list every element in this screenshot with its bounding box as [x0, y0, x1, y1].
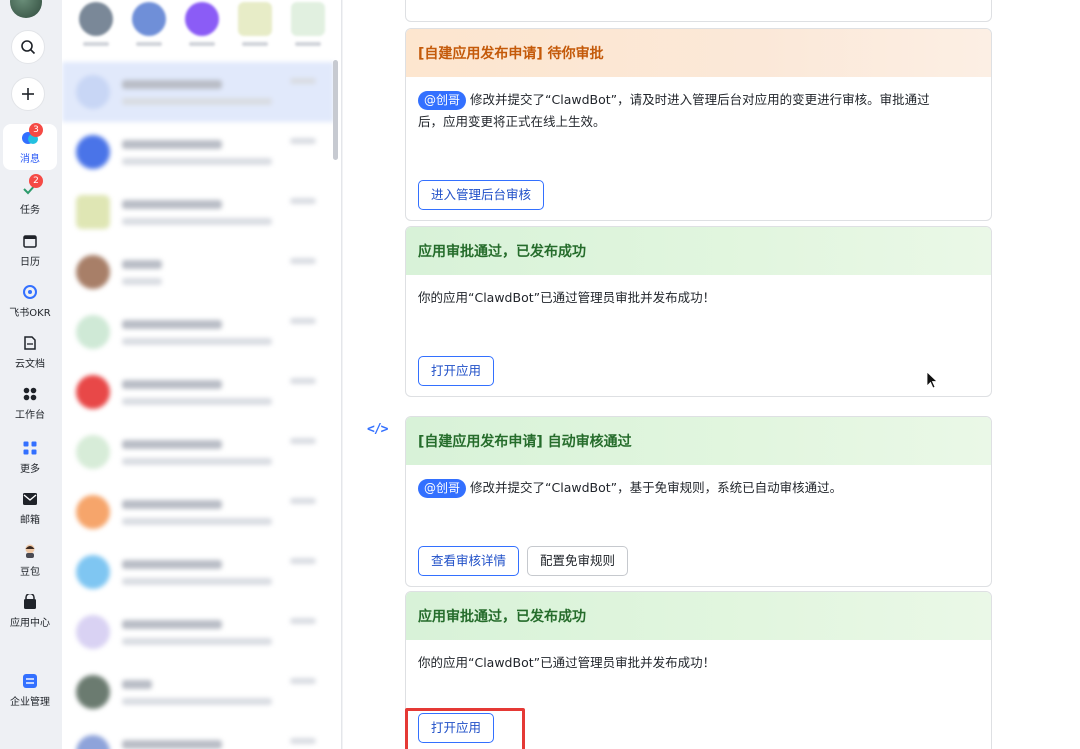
user-avatar[interactable]: [10, 0, 42, 18]
nav-workplace[interactable]: 工作台: [3, 380, 57, 426]
mail-icon: [23, 493, 37, 505]
card-body: @创哥 修改并提交了“ClawdBot”，基于免审规则，系统已自动审核通过。: [406, 465, 991, 499]
search-icon: [21, 40, 36, 55]
bot-avatar-icon: </>: [367, 422, 389, 437]
card-title: [自建应用发布申请] 待你审批: [406, 29, 991, 77]
approval-request-card: [自建应用发布申请] 待你审批 @创哥 修改并提交了“ClawdBot”，请及时进…: [405, 28, 992, 221]
nav-calendar[interactable]: 日历: [3, 227, 57, 273]
conversation-item[interactable]: [62, 722, 334, 749]
mouse-cursor-icon: [926, 371, 938, 389]
nav-label: 云文档: [15, 359, 45, 370]
workplace-icon: [23, 387, 37, 401]
nav-label: 任务: [20, 205, 40, 216]
app-sidebar: 3 消息 2 任务 日历 飞书OKR 云文档 工作台 更多 邮箱 豆包 应用中心…: [0, 0, 62, 749]
okr-icon: [23, 285, 37, 299]
conversation-item[interactable]: [62, 122, 334, 182]
nav-label: 工作台: [15, 410, 45, 421]
create-button[interactable]: [11, 77, 45, 111]
nav-tasks[interactable]: 2 任务: [3, 174, 57, 221]
open-app-button[interactable]: 打开应用: [418, 356, 495, 386]
pinned-contact[interactable]: [129, 0, 168, 58]
conversation-item[interactable]: [62, 482, 334, 542]
card-text: 你的应用“ClawdBot”已通过管理员审批并发布成功！: [418, 290, 716, 305]
pinned-contact[interactable]: [182, 0, 221, 58]
conversation-list[interactable]: [62, 0, 342, 749]
open-app-button[interactable]: 打开应用: [418, 713, 495, 743]
nav-label: 应用中心: [10, 618, 50, 629]
conversation-item[interactable]: [62, 422, 334, 482]
app-center-icon: [24, 594, 36, 609]
user-mention[interactable]: @创哥: [418, 479, 467, 498]
nav-doubao[interactable]: 豆包: [3, 537, 57, 583]
nav-admin[interactable]: 企业管理: [3, 667, 57, 713]
card-body: @创哥 修改并提交了“ClawdBot”，请及时进入管理后台对应用的变更进行审核。…: [406, 77, 991, 133]
nav-mail[interactable]: 邮箱: [3, 485, 57, 531]
tasks-badge: 2: [29, 174, 43, 188]
messages-badge: 3: [29, 123, 43, 137]
nav-label: 邮箱: [20, 515, 40, 526]
card-title: 应用审批通过，已发布成功: [406, 592, 991, 640]
conversation-item[interactable]: [62, 362, 334, 422]
publish-success-card: 应用审批通过，已发布成功 你的应用“ClawdBot”已通过管理员审批并发布成功…: [405, 226, 992, 397]
plus-icon: [22, 88, 34, 100]
nav-label: 企业管理: [10, 697, 50, 708]
conversation-item[interactable]: [62, 662, 334, 722]
nav-label: 飞书OKR: [9, 308, 51, 319]
pinned-contact[interactable]: [235, 0, 274, 58]
user-mention[interactable]: @创哥: [418, 91, 467, 110]
nav-label: 消息: [20, 154, 40, 165]
nav-more[interactable]: 更多: [3, 434, 57, 480]
configure-exemption-rules-button[interactable]: 配置免审规则: [527, 546, 629, 576]
more-icon: [23, 441, 37, 455]
conversation-item[interactable]: [62, 182, 334, 242]
card-text: 修改并提交了“ClawdBot”，请及时进入管理后台对应用的变更进行审核。审批通…: [470, 92, 930, 107]
conversation-scrollbar[interactable]: [333, 60, 338, 160]
card-text: 修改并提交了“ClawdBot”，基于免审规则，系统已自动审核通过。: [470, 480, 843, 495]
nav-label: 豆包: [20, 567, 40, 578]
nav-label: 更多: [20, 464, 40, 475]
message-card-partial: [405, 0, 992, 22]
pinned-contact[interactable]: [288, 0, 327, 58]
chat-panel: [自建应用发布申请] 待你审批 @创哥 修改并提交了“ClawdBot”，请及时进…: [343, 0, 1080, 749]
doubao-icon: [25, 544, 35, 558]
search-button[interactable]: [11, 30, 45, 64]
enter-admin-review-button[interactable]: 进入管理后台审核: [418, 180, 545, 210]
view-review-details-button[interactable]: 查看审核详情: [418, 546, 520, 576]
auto-approval-card: [自建应用发布申请] 自动审核通过 @创哥 修改并提交了“ClawdBot”，基于…: [405, 416, 992, 587]
card-title: 应用审批通过，已发布成功: [406, 227, 991, 275]
conversation-item[interactable]: [62, 302, 334, 362]
calendar-icon: [23, 235, 37, 248]
nav-okr[interactable]: 飞书OKR: [3, 278, 57, 324]
conversation-item[interactable]: [62, 62, 334, 122]
conversation-item[interactable]: [62, 542, 334, 602]
nav-app-center[interactable]: 应用中心: [3, 588, 57, 634]
card-text: 后，应用变更将正式在线上生效。: [418, 114, 606, 129]
publish-success-card: 应用审批通过，已发布成功 你的应用“ClawdBot”已通过管理员审批并发布成功…: [405, 591, 992, 749]
admin-icon: [23, 674, 37, 688]
card-title: [自建应用发布申请] 自动审核通过: [406, 417, 991, 465]
card-body: 你的应用“ClawdBot”已通过管理员审批并发布成功！: [406, 640, 991, 674]
docs-icon: [24, 336, 36, 350]
pinned-contact[interactable]: [76, 0, 115, 58]
card-text: 你的应用“ClawdBot”已通过管理员审批并发布成功！: [418, 655, 716, 670]
conversation-item[interactable]: [62, 602, 334, 662]
conversation-item[interactable]: [62, 242, 334, 302]
card-body: 你的应用“ClawdBot”已通过管理员审批并发布成功！: [406, 275, 991, 309]
pinned-contacts-strip: [62, 0, 341, 58]
nav-label: 日历: [20, 257, 40, 268]
nav-docs[interactable]: 云文档: [3, 329, 57, 375]
nav-messages[interactable]: 3 消息: [3, 123, 57, 170]
